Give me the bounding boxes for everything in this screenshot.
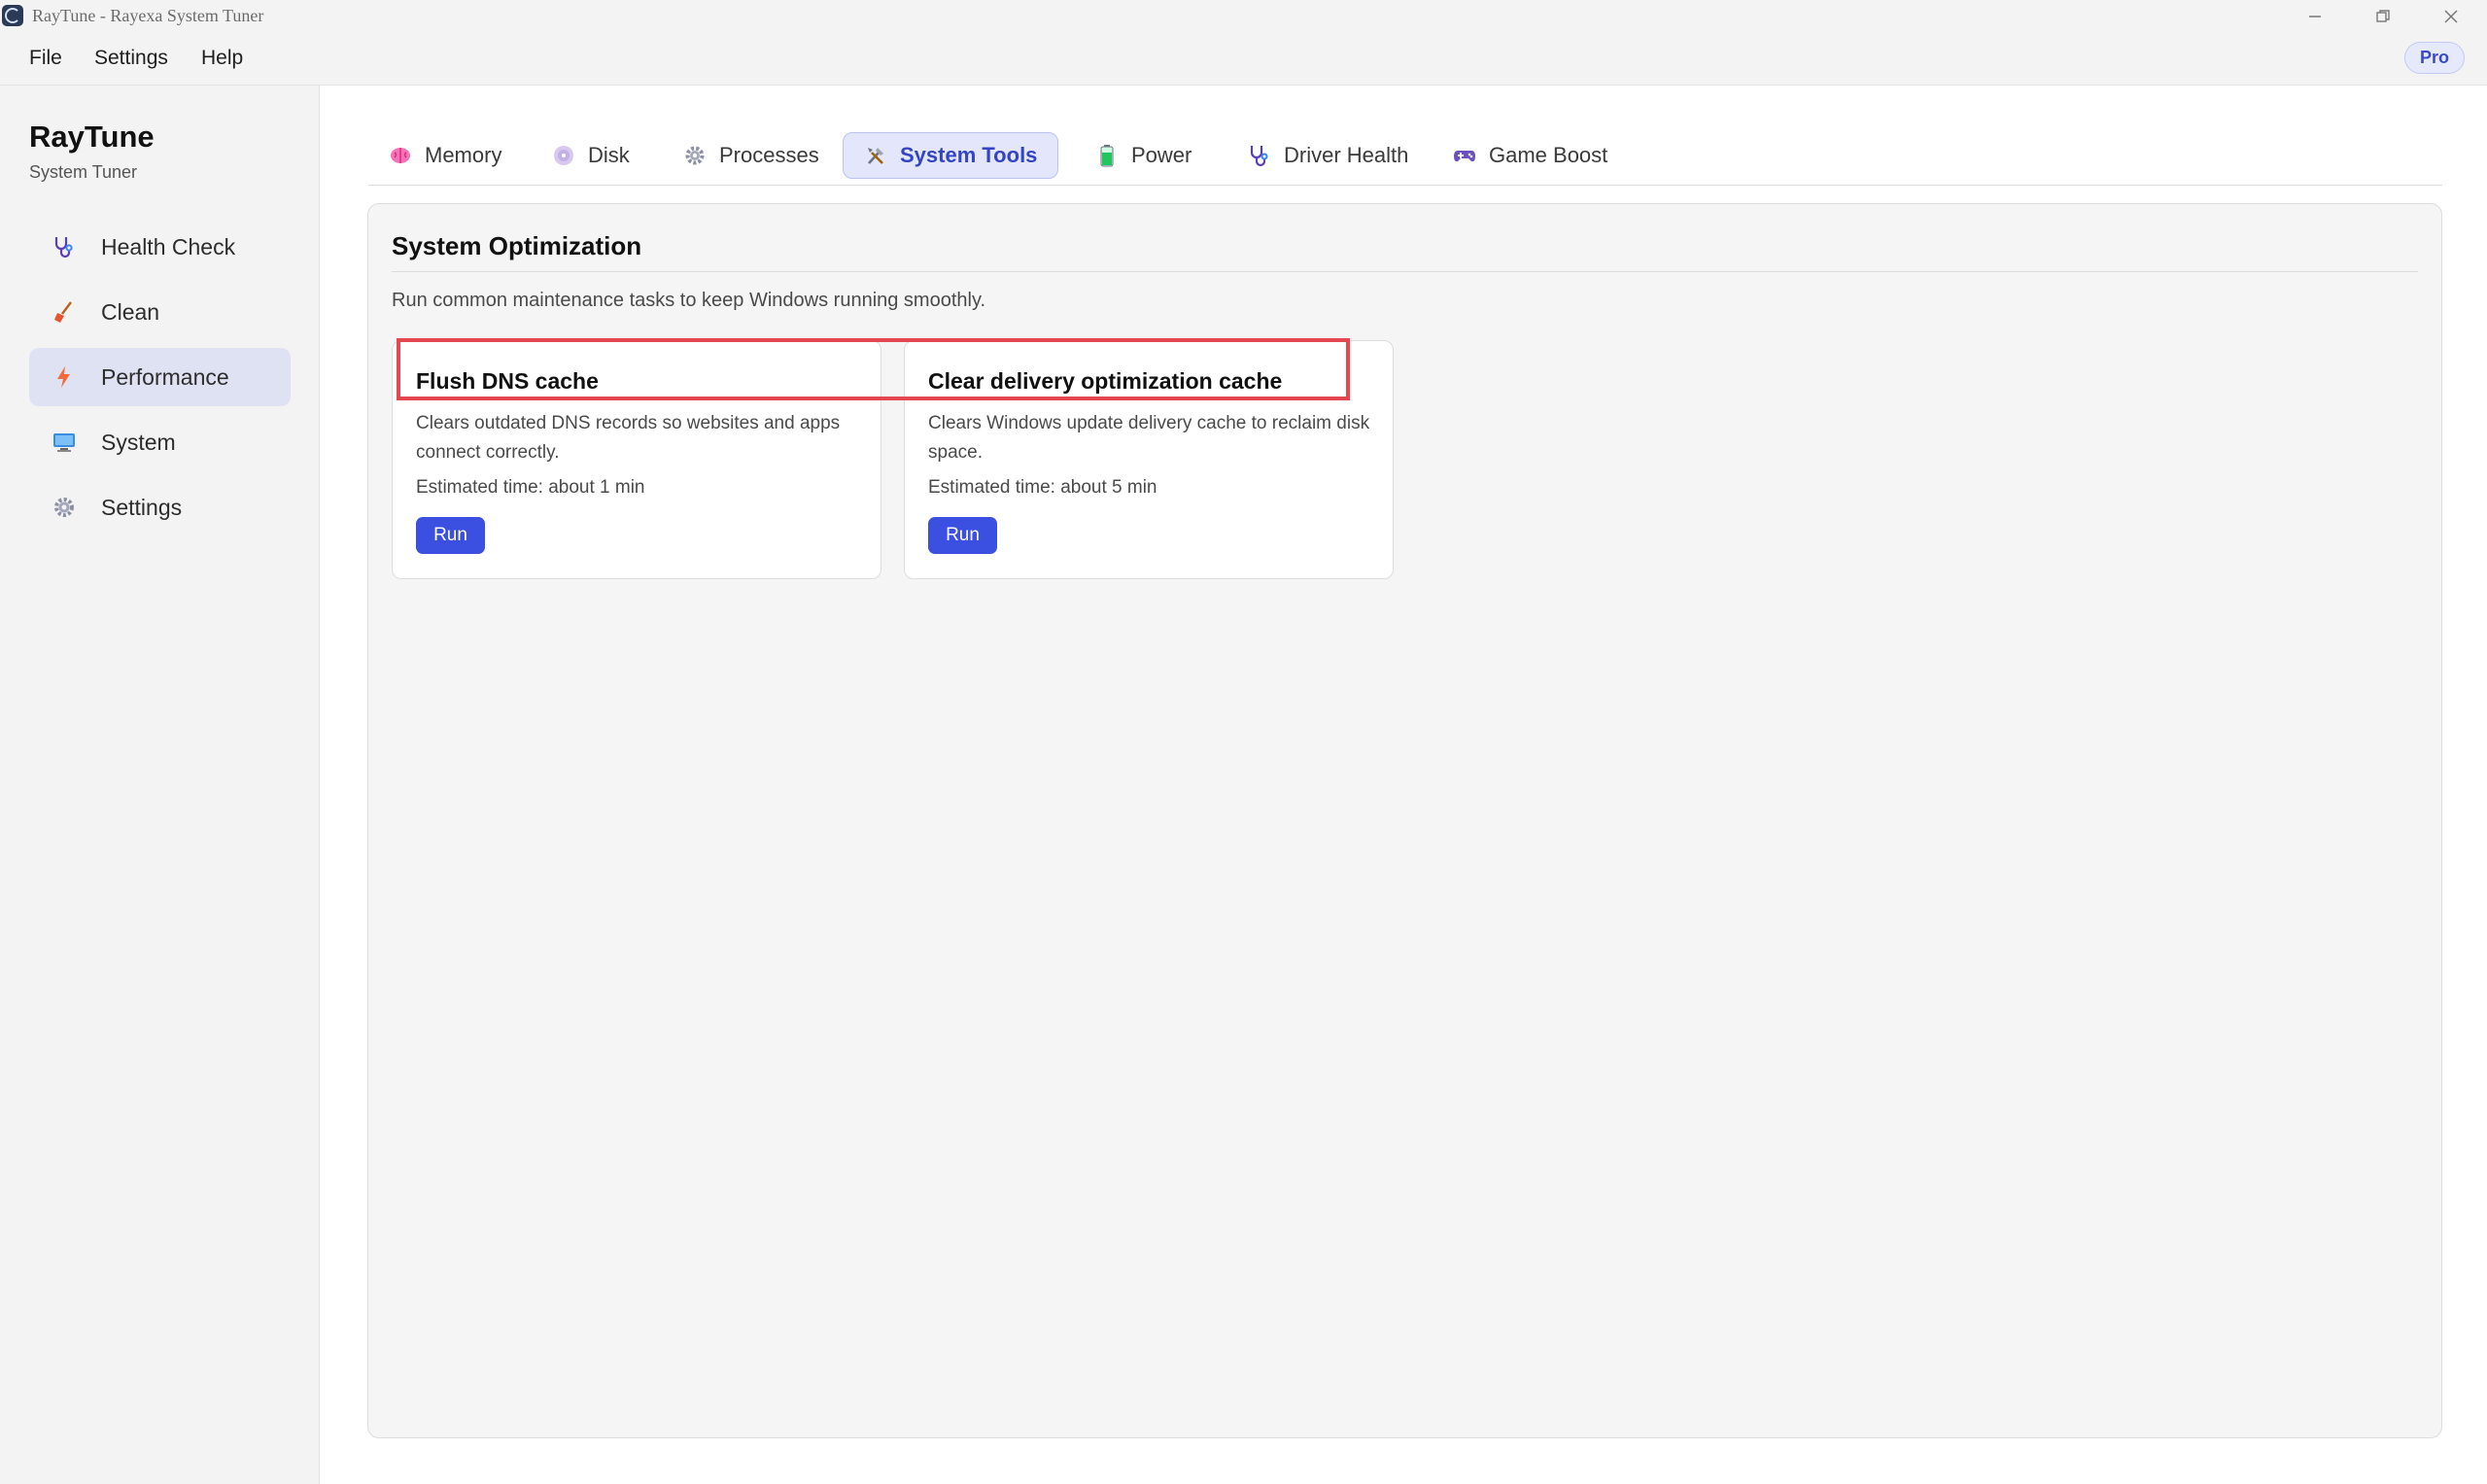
menu-settings[interactable]: Settings: [94, 47, 168, 70]
close-icon[interactable]: [2422, 0, 2480, 33]
title-bar: RayTune - Rayexa System Tuner: [0, 0, 2487, 33]
system-optimization-panel: System Optimization Run common maintenan…: [367, 203, 2442, 1438]
tab-label: Disk: [588, 143, 630, 167]
tab-memory[interactable]: Memory: [368, 132, 522, 179]
run-button[interactable]: Run: [928, 517, 997, 554]
tab-label: Game Boost: [1489, 143, 1608, 167]
window-title: RayTune - Rayexa System Tuner: [32, 6, 264, 25]
tab-power[interactable]: Power: [1075, 132, 1212, 179]
tools-icon: [864, 144, 887, 167]
menu-bar: File Settings Help: [0, 33, 2487, 86]
sidebar-item-label: Health Check: [101, 233, 236, 259]
run-button[interactable]: Run: [416, 517, 485, 554]
battery-icon: [1095, 144, 1119, 167]
stethoscope-icon: [51, 233, 78, 260]
tab-label: Processes: [719, 143, 819, 167]
tab-game-boost[interactable]: Game Boost: [1433, 132, 1628, 179]
card-description: Clears outdated DNS records so websites …: [416, 413, 841, 463]
sidebar-item-system[interactable]: System: [29, 413, 291, 471]
sidebar-item-settings[interactable]: Settings: [29, 478, 291, 536]
task-card-clear-delivery-cache: Clear delivery optimization cache Clears…: [904, 340, 1394, 579]
brain-icon: [389, 144, 412, 167]
sidebar-item-performance[interactable]: Performance: [29, 348, 291, 406]
disk-icon: [552, 144, 575, 167]
gear-icon: [683, 144, 707, 167]
monitor-icon: [51, 429, 78, 456]
tab-system-tools[interactable]: System Tools: [843, 132, 1059, 179]
tab-processes[interactable]: Processes: [663, 132, 840, 179]
tab-label: System Tools: [900, 143, 1038, 167]
restore-icon[interactable]: [2354, 0, 2412, 33]
tab-driver-health[interactable]: Driver Health: [1227, 132, 1429, 179]
card-title: Clear delivery optimization cache: [928, 368, 1283, 394]
sidebar-item-label: Settings: [101, 494, 183, 520]
divider: [392, 271, 2418, 272]
sidebar-item-label: System: [101, 429, 176, 455]
gear-icon: [51, 494, 78, 521]
sidebar-item-clean[interactable]: Clean: [29, 283, 291, 341]
card-title: Flush DNS cache: [416, 368, 599, 394]
sidebar: RayTune System Tuner Health Check Clean …: [0, 86, 320, 1484]
lightning-icon: [51, 363, 78, 391]
card-estimated-time: Estimated time: about 1 min: [416, 477, 645, 498]
tab-bar: Memory Disk Processes System Tools Power…: [368, 132, 2442, 186]
menu-file[interactable]: File: [29, 47, 62, 70]
app-logo-icon: [2, 5, 23, 26]
minimize-icon[interactable]: [2286, 0, 2344, 33]
card-estimated-time: Estimated time: about 5 min: [928, 477, 1157, 498]
pro-badge[interactable]: Pro: [2404, 42, 2465, 74]
gamepad-icon: [1453, 144, 1476, 167]
task-card-flush-dns: Flush DNS cache Clears outdated DNS reco…: [392, 340, 881, 579]
tab-label: Power: [1131, 143, 1192, 167]
broom-icon: [51, 298, 78, 326]
sidebar-item-label: Performance: [101, 363, 229, 390]
brand-name: RayTune: [29, 120, 155, 154]
menu-help[interactable]: Help: [201, 47, 243, 70]
sidebar-item-label: Clean: [101, 298, 160, 325]
tab-label: Memory: [425, 143, 502, 167]
sidebar-item-health-check[interactable]: Health Check: [29, 218, 291, 276]
tab-disk[interactable]: Disk: [532, 132, 650, 179]
card-description: Clears Windows update delivery cache to …: [928, 413, 1370, 463]
brand-subtitle: System Tuner: [29, 162, 138, 182]
panel-description: Run common maintenance tasks to keep Win…: [392, 290, 986, 311]
panel-title: System Optimization: [392, 231, 642, 260]
stethoscope-icon: [1248, 144, 1271, 167]
tab-label: Driver Health: [1284, 143, 1409, 167]
